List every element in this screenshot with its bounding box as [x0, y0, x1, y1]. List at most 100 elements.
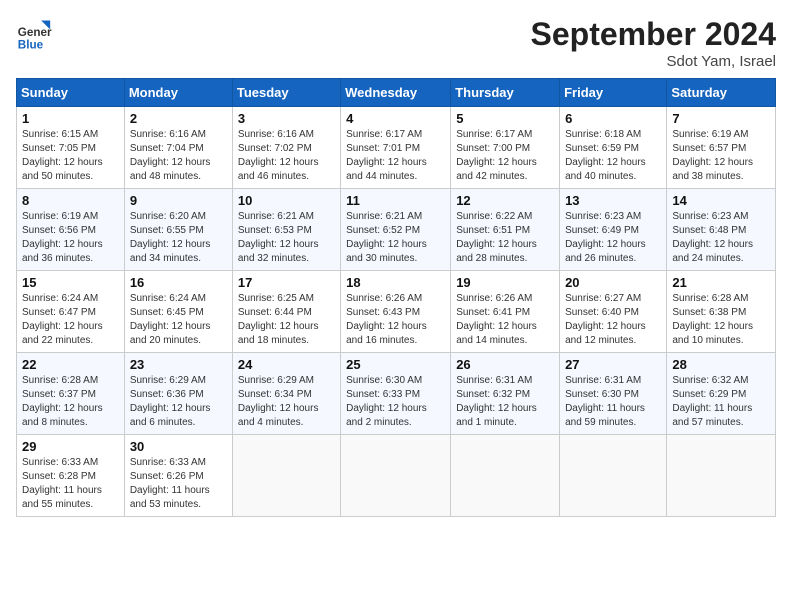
calendar-day-cell: 12 Sunrise: 6:22 AM Sunset: 6:51 PM Dayli… [451, 189, 560, 271]
calendar-day-cell: 21 Sunrise: 6:28 AM Sunset: 6:38 PM Dayli… [667, 271, 776, 353]
calendar-day-cell [341, 435, 451, 517]
calendar-day-cell: 25 Sunrise: 6:30 AM Sunset: 6:33 PM Dayli… [341, 353, 451, 435]
weekday-header-cell: Tuesday [232, 79, 340, 107]
calendar-day-cell: 17 Sunrise: 6:25 AM Sunset: 6:44 PM Dayli… [232, 271, 340, 353]
month-title: September 2024 [531, 16, 776, 53]
calendar-week-row: 29 Sunrise: 6:33 AM Sunset: 6:28 PM Dayli… [17, 435, 776, 517]
day-info: Sunrise: 6:28 AM Sunset: 6:38 PM Dayligh… [672, 292, 770, 348]
day-info: Sunrise: 6:22 AM Sunset: 6:51 PM Dayligh… [456, 210, 554, 266]
calendar-day-cell: 26 Sunrise: 6:31 AM Sunset: 6:32 PM Dayli… [451, 353, 560, 435]
day-info: Sunrise: 6:26 AM Sunset: 6:43 PM Dayligh… [346, 292, 445, 348]
day-info: Sunrise: 6:19 AM Sunset: 6:56 PM Dayligh… [22, 210, 119, 266]
day-number: 25 [346, 357, 445, 372]
calendar-day-cell: 20 Sunrise: 6:27 AM Sunset: 6:40 PM Dayli… [560, 271, 667, 353]
calendar-day-cell [232, 435, 340, 517]
day-number: 15 [22, 275, 119, 290]
calendar-day-cell: 29 Sunrise: 6:33 AM Sunset: 6:28 PM Dayli… [17, 435, 125, 517]
day-info: Sunrise: 6:33 AM Sunset: 6:28 PM Dayligh… [22, 456, 119, 512]
day-number: 3 [238, 111, 335, 126]
day-number: 5 [456, 111, 554, 126]
day-info: Sunrise: 6:19 AM Sunset: 6:57 PM Dayligh… [672, 128, 770, 184]
day-number: 8 [22, 193, 119, 208]
day-info: Sunrise: 6:20 AM Sunset: 6:55 PM Dayligh… [130, 210, 227, 266]
day-info: Sunrise: 6:26 AM Sunset: 6:41 PM Dayligh… [456, 292, 554, 348]
title-block: September 2024 Sdot Yam, Israel [531, 16, 776, 70]
day-number: 4 [346, 111, 445, 126]
calendar-week-row: 1Sunrise: 6:15 AM Sunset: 7:05 PM Daylig… [17, 107, 776, 189]
calendar-day-cell: 23 Sunrise: 6:29 AM Sunset: 6:36 PM Dayli… [124, 353, 232, 435]
location-subtitle: Sdot Yam, Israel [531, 53, 776, 70]
calendar-day-cell [560, 435, 667, 517]
day-number: 1 [22, 111, 119, 126]
day-info: Sunrise: 6:23 AM Sunset: 6:49 PM Dayligh… [565, 210, 661, 266]
day-number: 19 [456, 275, 554, 290]
calendar-day-cell: 22Sunrise: 6:28 AM Sunset: 6:37 PM Dayli… [17, 353, 125, 435]
calendar-day-cell: 19 Sunrise: 6:26 AM Sunset: 6:41 PM Dayli… [451, 271, 560, 353]
calendar-day-cell: 11 Sunrise: 6:21 AM Sunset: 6:52 PM Dayli… [341, 189, 451, 271]
weekday-header-cell: Sunday [17, 79, 125, 107]
calendar-day-cell: 8 Sunrise: 6:19 AM Sunset: 6:56 PM Daylig… [17, 189, 125, 271]
day-number: 7 [672, 111, 770, 126]
day-number: 13 [565, 193, 661, 208]
day-number: 12 [456, 193, 554, 208]
day-number: 23 [130, 357, 227, 372]
day-number: 2 [130, 111, 227, 126]
logo: General Blue [16, 16, 56, 52]
day-number: 14 [672, 193, 770, 208]
weekday-header-cell: Wednesday [341, 79, 451, 107]
weekday-header-cell: Monday [124, 79, 232, 107]
day-info: Sunrise: 6:27 AM Sunset: 6:40 PM Dayligh… [565, 292, 661, 348]
day-info: Sunrise: 6:29 AM Sunset: 6:36 PM Dayligh… [130, 374, 227, 430]
calendar-day-cell: 2 Sunrise: 6:16 AM Sunset: 7:04 PM Daylig… [124, 107, 232, 189]
weekday-header-cell: Thursday [451, 79, 560, 107]
day-number: 24 [238, 357, 335, 372]
day-info: Sunrise: 6:24 AM Sunset: 6:47 PM Dayligh… [22, 292, 119, 348]
calendar-day-cell: 3Sunrise: 6:16 AM Sunset: 7:02 PM Daylig… [232, 107, 340, 189]
calendar-week-row: 15 Sunrise: 6:24 AM Sunset: 6:47 PM Dayli… [17, 271, 776, 353]
weekday-header-cell: Saturday [667, 79, 776, 107]
day-number: 26 [456, 357, 554, 372]
day-number: 9 [130, 193, 227, 208]
calendar-day-cell: 6Sunrise: 6:18 AM Sunset: 6:59 PM Daylig… [560, 107, 667, 189]
day-number: 11 [346, 193, 445, 208]
calendar-day-cell: 28Sunrise: 6:32 AM Sunset: 6:29 PM Dayli… [667, 353, 776, 435]
day-info: Sunrise: 6:21 AM Sunset: 6:52 PM Dayligh… [346, 210, 445, 266]
day-number: 29 [22, 439, 119, 454]
day-info: Sunrise: 6:17 AM Sunset: 7:01 PM Dayligh… [346, 128, 445, 184]
day-info: Sunrise: 6:28 AM Sunset: 6:37 PM Dayligh… [22, 374, 119, 430]
day-number: 27 [565, 357, 661, 372]
day-info: Sunrise: 6:18 AM Sunset: 6:59 PM Dayligh… [565, 128, 661, 184]
calendar-day-cell: 1Sunrise: 6:15 AM Sunset: 7:05 PM Daylig… [17, 107, 125, 189]
calendar-week-row: 8 Sunrise: 6:19 AM Sunset: 6:56 PM Daylig… [17, 189, 776, 271]
calendar-day-cell: 4 Sunrise: 6:17 AM Sunset: 7:01 PM Daylig… [341, 107, 451, 189]
calendar-day-cell: 14 Sunrise: 6:23 AM Sunset: 6:48 PM Dayli… [667, 189, 776, 271]
calendar-table: SundayMondayTuesdayWednesdayThursdayFrid… [16, 78, 776, 517]
calendar-day-cell [667, 435, 776, 517]
calendar-day-cell: 15 Sunrise: 6:24 AM Sunset: 6:47 PM Dayli… [17, 271, 125, 353]
calendar-day-cell: 9 Sunrise: 6:20 AM Sunset: 6:55 PM Daylig… [124, 189, 232, 271]
day-number: 16 [130, 275, 227, 290]
page-header: General Blue September 2024 Sdot Yam, Is… [16, 16, 776, 70]
day-info: Sunrise: 6:25 AM Sunset: 6:44 PM Dayligh… [238, 292, 335, 348]
day-info: Sunrise: 6:29 AM Sunset: 6:34 PM Dayligh… [238, 374, 335, 430]
day-info: Sunrise: 6:31 AM Sunset: 6:32 PM Dayligh… [456, 374, 554, 430]
calendar-day-cell: 30Sunrise: 6:33 AM Sunset: 6:26 PM Dayli… [124, 435, 232, 517]
day-number: 10 [238, 193, 335, 208]
calendar-day-cell: 27Sunrise: 6:31 AM Sunset: 6:30 PM Dayli… [560, 353, 667, 435]
calendar-day-cell: 16 Sunrise: 6:24 AM Sunset: 6:45 PM Dayli… [124, 271, 232, 353]
day-info: Sunrise: 6:16 AM Sunset: 7:04 PM Dayligh… [130, 128, 227, 184]
calendar-body: 1Sunrise: 6:15 AM Sunset: 7:05 PM Daylig… [17, 107, 776, 517]
day-number: 18 [346, 275, 445, 290]
calendar-day-cell: 18 Sunrise: 6:26 AM Sunset: 6:43 PM Dayli… [341, 271, 451, 353]
day-info: Sunrise: 6:30 AM Sunset: 6:33 PM Dayligh… [346, 374, 445, 430]
day-info: Sunrise: 6:21 AM Sunset: 6:53 PM Dayligh… [238, 210, 335, 266]
day-number: 21 [672, 275, 770, 290]
weekday-header-row: SundayMondayTuesdayWednesdayThursdayFrid… [17, 79, 776, 107]
day-info: Sunrise: 6:24 AM Sunset: 6:45 PM Dayligh… [130, 292, 227, 348]
day-number: 20 [565, 275, 661, 290]
day-info: Sunrise: 6:32 AM Sunset: 6:29 PM Dayligh… [672, 374, 770, 430]
calendar-day-cell: 5Sunrise: 6:17 AM Sunset: 7:00 PM Daylig… [451, 107, 560, 189]
day-info: Sunrise: 6:23 AM Sunset: 6:48 PM Dayligh… [672, 210, 770, 266]
day-number: 17 [238, 275, 335, 290]
calendar-day-cell: 13 Sunrise: 6:23 AM Sunset: 6:49 PM Dayli… [560, 189, 667, 271]
